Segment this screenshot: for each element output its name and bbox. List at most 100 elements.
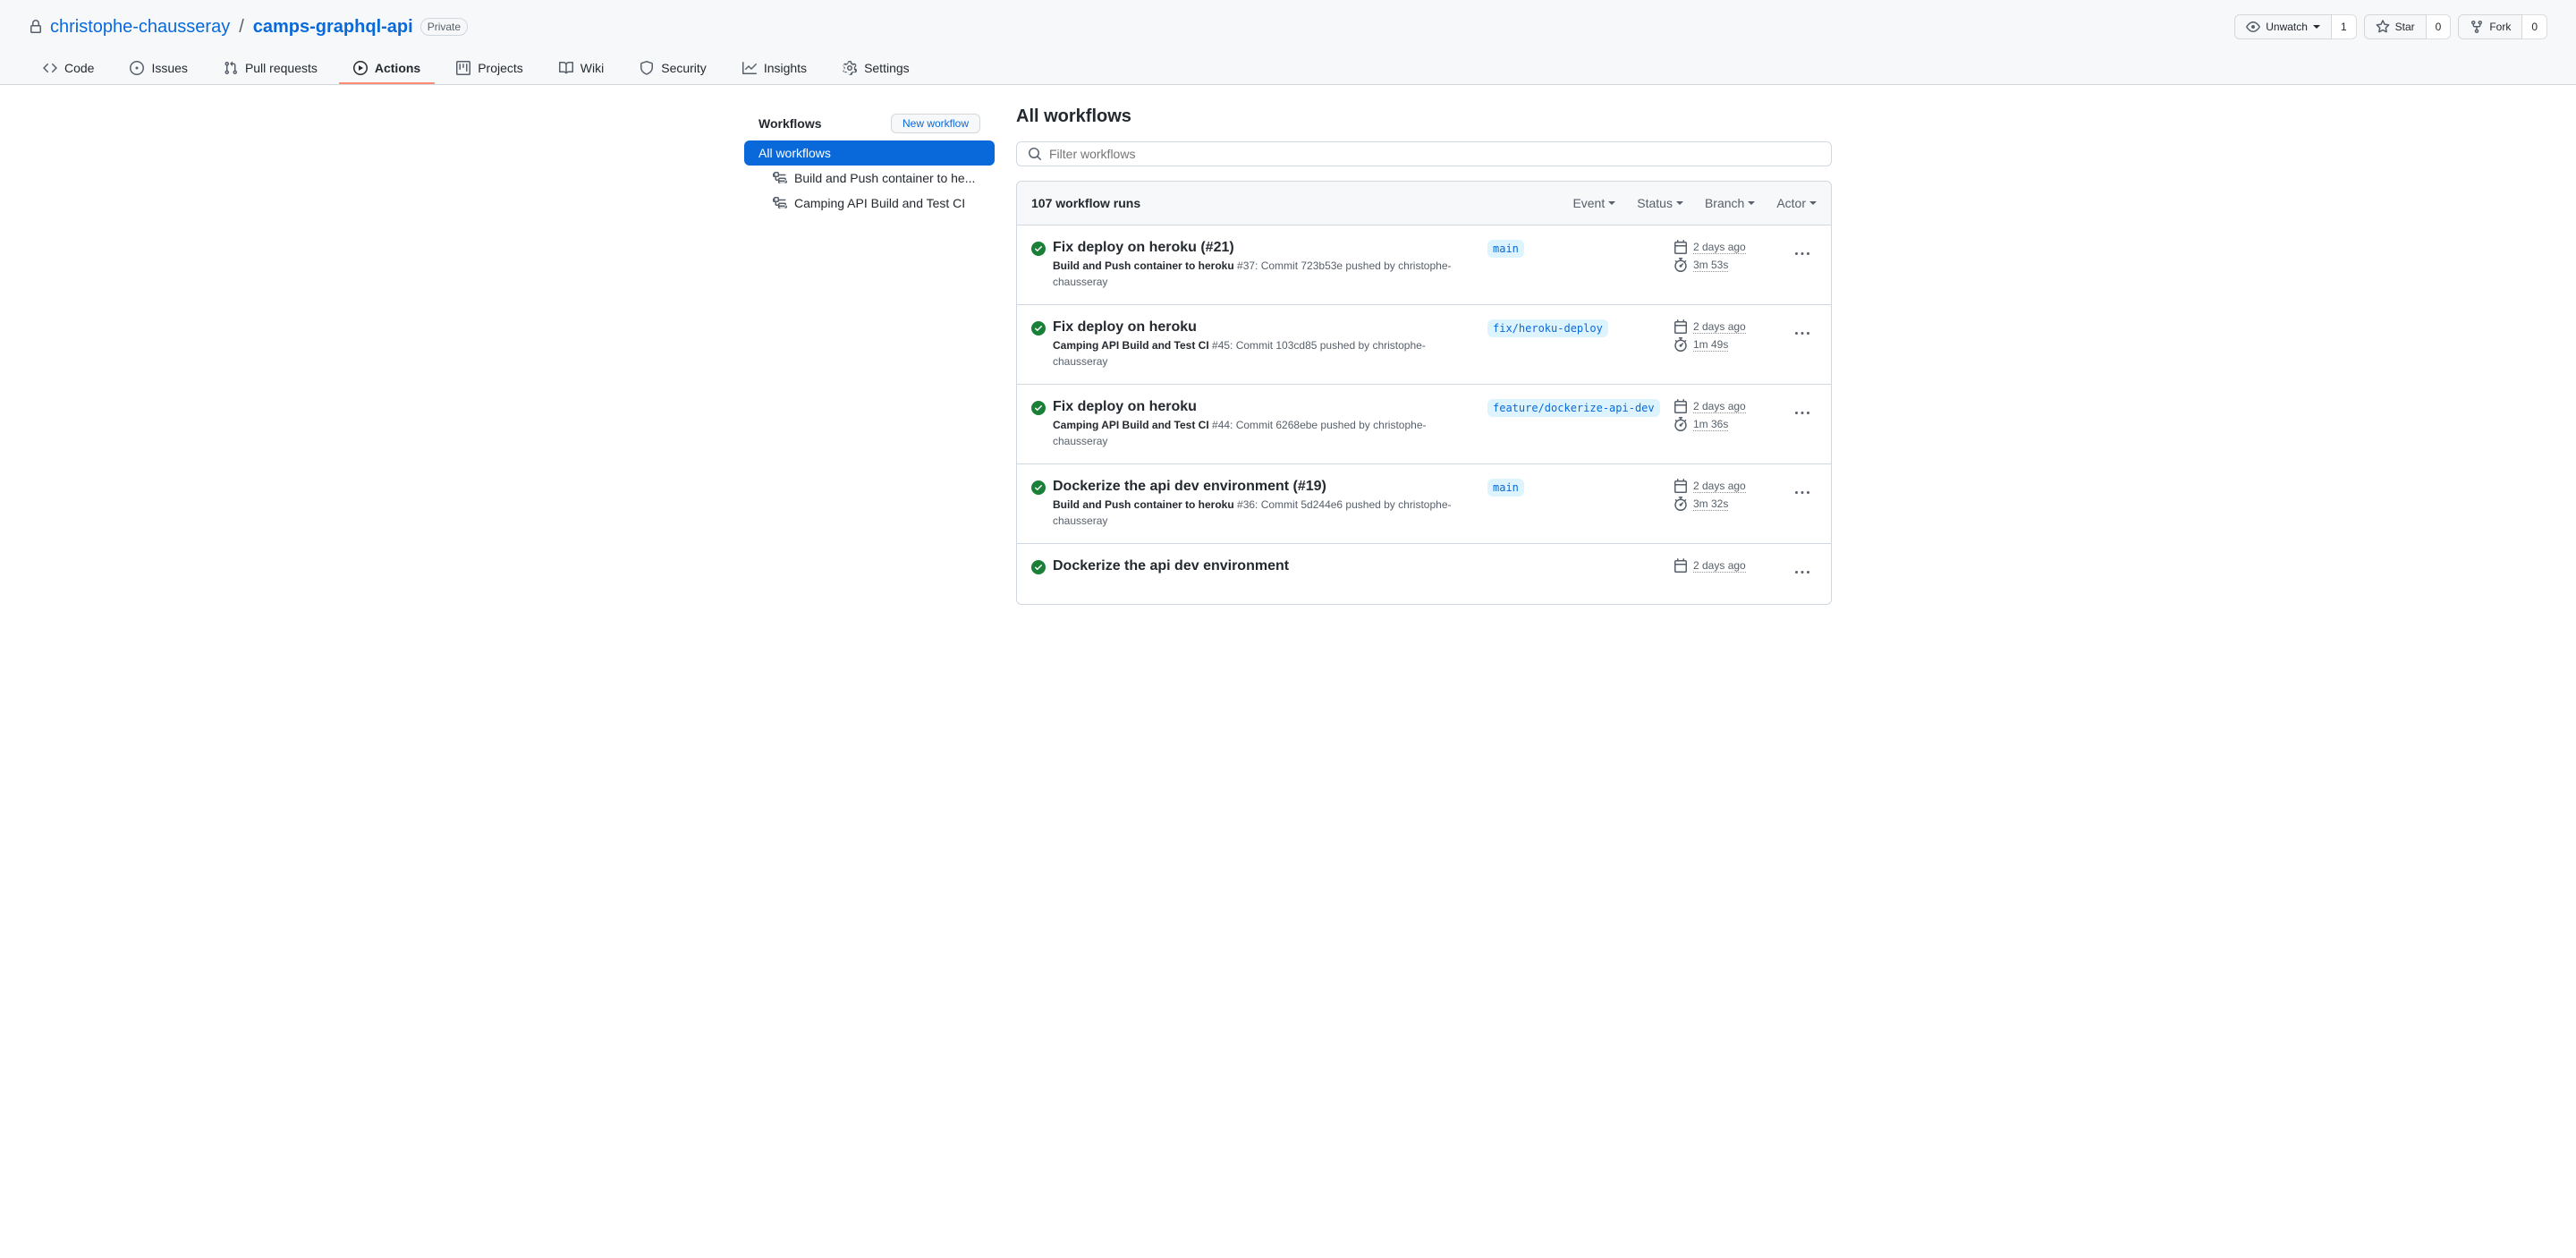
- run-menu-button[interactable]: [1788, 240, 1817, 271]
- run-timestamp: 2 days ago: [1693, 559, 1746, 573]
- sidebar-workflow-item[interactable]: Build and Push container to he...: [758, 166, 995, 191]
- run-title-link[interactable]: Dockerize the api dev environment: [1053, 558, 1466, 574]
- run-menu-button[interactable]: [1788, 479, 1817, 510]
- sidebar-item-label: Build and Push container to he...: [794, 171, 975, 185]
- caret-icon: [1809, 201, 1817, 205]
- run-row: Dockerize the api dev environment (#19) …: [1017, 464, 1831, 544]
- calendar-icon: [1674, 399, 1688, 413]
- filter-event[interactable]: Event: [1572, 196, 1615, 210]
- nav-security-label: Security: [661, 61, 707, 75]
- nav-projects[interactable]: Projects: [442, 54, 538, 84]
- unwatch-label: Unwatch: [2266, 18, 2308, 36]
- nav-projects-label: Projects: [478, 61, 523, 75]
- run-time: 2 days ago: [1674, 558, 1781, 576]
- filter-input[interactable]: [1049, 147, 1820, 161]
- branch-label[interactable]: main: [1487, 479, 1524, 497]
- stopwatch-icon: [1674, 417, 1688, 431]
- sidebar-all-workflows[interactable]: All workflows: [744, 140, 995, 166]
- run-menu-button[interactable]: [1788, 399, 1817, 430]
- filter-actor-label: Actor: [1776, 196, 1806, 210]
- nav-actions[interactable]: Actions: [339, 54, 435, 84]
- runs-count: 107 workflow runs: [1031, 196, 1140, 210]
- nav-code-label: Code: [64, 61, 94, 75]
- repo-title: christophe-chausseray / camps-graphql-ap…: [29, 17, 468, 38]
- run-title-link[interactable]: Fix deploy on heroku: [1053, 399, 1466, 415]
- workflow-icon: [773, 196, 787, 210]
- branch-label[interactable]: feature/dockerize-api-dev: [1487, 399, 1660, 417]
- nav-pulls[interactable]: Pull requests: [209, 54, 332, 84]
- calendar-icon: [1674, 319, 1688, 334]
- eye-icon: [2246, 20, 2260, 34]
- filter-branch-label: Branch: [1705, 196, 1744, 210]
- new-workflow-button[interactable]: New workflow: [891, 114, 980, 133]
- kebab-icon: [1795, 247, 1809, 261]
- visibility-badge: Private: [420, 18, 468, 36]
- nav-code[interactable]: Code: [29, 54, 108, 84]
- filter-actor[interactable]: Actor: [1776, 196, 1817, 210]
- sidebar-title: Workflows: [758, 116, 822, 131]
- filter-status[interactable]: Status: [1637, 196, 1683, 210]
- run-branch: feature/dockerize-api-dev: [1487, 399, 1666, 420]
- star-count[interactable]: 0: [2427, 14, 2452, 39]
- run-menu-button[interactable]: [1788, 558, 1817, 590]
- repo-owner-link[interactable]: christophe-chausseray: [50, 17, 230, 38]
- sidebar-workflow-item[interactable]: Camping API Build and Test CI: [758, 191, 995, 216]
- star-button[interactable]: Star: [2364, 14, 2427, 39]
- check-circle-icon: [1031, 401, 1046, 415]
- code-icon: [43, 61, 57, 75]
- stopwatch-icon: [1674, 337, 1688, 352]
- run-meta: Build and Push container to heroku #36: …: [1053, 497, 1466, 529]
- kebab-icon: [1795, 406, 1809, 421]
- caret-icon: [1748, 201, 1755, 205]
- fork-count[interactable]: 0: [2522, 14, 2547, 39]
- run-timestamp: 2 days ago: [1693, 400, 1746, 413]
- run-title-link[interactable]: Fix deploy on heroku: [1053, 319, 1466, 336]
- watch-count[interactable]: 1: [2332, 14, 2357, 39]
- caret-icon: [1608, 201, 1615, 205]
- run-meta: Camping API Build and Test CI #45: Commi…: [1053, 337, 1466, 370]
- filter-box[interactable]: [1016, 141, 1832, 166]
- run-row: Dockerize the api dev environment 2 days…: [1017, 544, 1831, 604]
- nav-issues-label: Issues: [151, 61, 187, 75]
- lock-icon: [29, 20, 43, 34]
- status-icon: [1031, 560, 1046, 577]
- run-menu-button[interactable]: [1788, 319, 1817, 351]
- repo-header: christophe-chausseray / camps-graphql-ap…: [0, 0, 2576, 85]
- calendar-icon: [1674, 558, 1688, 573]
- nav-issues[interactable]: Issues: [115, 54, 201, 84]
- issue-icon: [130, 61, 144, 75]
- run-title-link[interactable]: Dockerize the api dev environment (#19): [1053, 479, 1466, 495]
- check-circle-icon: [1031, 560, 1046, 574]
- shield-icon: [640, 61, 654, 75]
- play-icon: [353, 61, 368, 75]
- branch-label[interactable]: fix/heroku-deploy: [1487, 319, 1608, 337]
- run-timestamp: 2 days ago: [1693, 480, 1746, 493]
- kebab-icon: [1795, 565, 1809, 580]
- repo-name-link[interactable]: camps-graphql-api: [253, 17, 413, 38]
- check-circle-icon: [1031, 242, 1046, 256]
- run-duration: 3m 53s: [1693, 259, 1728, 272]
- run-row: Fix deploy on heroku (#21) Build and Pus…: [1017, 225, 1831, 305]
- pr-icon: [224, 61, 238, 75]
- run-duration: 3m 32s: [1693, 497, 1728, 511]
- nav-security[interactable]: Security: [625, 54, 721, 84]
- run-time: 2 days ago 3m 53s: [1674, 240, 1781, 276]
- status-icon: [1031, 242, 1046, 259]
- filter-branch[interactable]: Branch: [1705, 196, 1755, 210]
- run-title-link[interactable]: Fix deploy on heroku (#21): [1053, 240, 1466, 256]
- filter-event-label: Event: [1572, 196, 1605, 210]
- branch-label[interactable]: main: [1487, 240, 1524, 258]
- run-branch: main: [1487, 240, 1666, 260]
- kebab-icon: [1795, 327, 1809, 341]
- status-icon: [1031, 401, 1046, 418]
- repo-nav: Code Issues Pull requests Actions Projec…: [29, 54, 2547, 84]
- unwatch-button[interactable]: Unwatch: [2234, 14, 2332, 39]
- sidebar-item-label: All workflows: [758, 146, 831, 160]
- nav-wiki[interactable]: Wiki: [545, 54, 618, 84]
- nav-settings[interactable]: Settings: [828, 54, 924, 84]
- main-content: All workflows 107 workflow runs Event St…: [1016, 106, 1832, 605]
- fork-button[interactable]: Fork: [2458, 14, 2522, 39]
- status-icon: [1031, 480, 1046, 497]
- nav-insights[interactable]: Insights: [728, 54, 821, 84]
- nav-pulls-label: Pull requests: [245, 61, 318, 75]
